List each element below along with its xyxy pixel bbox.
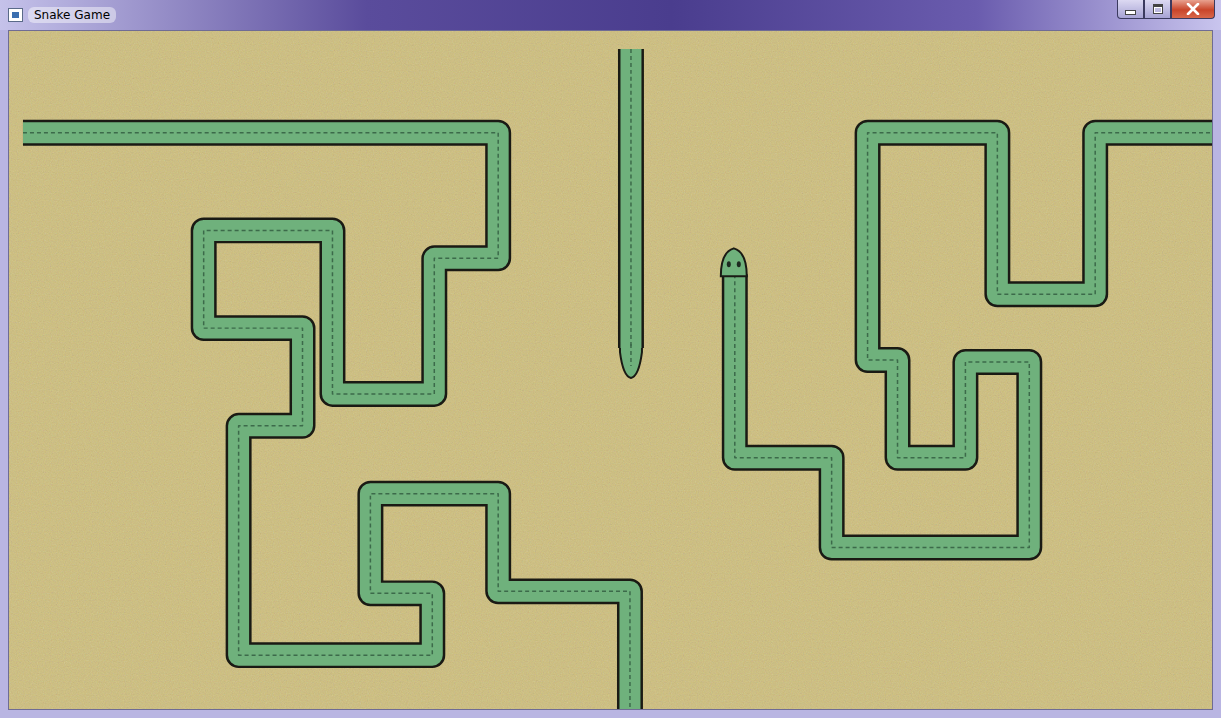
window-border [1213, 30, 1221, 710]
eye-icon [737, 261, 741, 267]
minimize-icon [1125, 10, 1136, 15]
eye-icon [727, 261, 731, 267]
board-canvas[interactable] [9, 31, 1212, 709]
close-button[interactable] [1171, 0, 1215, 19]
close-icon [1186, 3, 1200, 15]
maximize-icon [1153, 4, 1163, 14]
snake [721, 133, 1212, 548]
app-icon[interactable] [8, 8, 23, 22]
window-title: Snake Game [28, 7, 116, 23]
snake-tail [620, 344, 642, 378]
title-bar[interactable]: Snake Game [0, 0, 1221, 30]
game-board[interactable] [8, 30, 1213, 710]
window-border [0, 30, 8, 710]
maximize-button[interactable] [1144, 0, 1171, 19]
window-border [0, 710, 1221, 718]
snake-head [721, 248, 747, 276]
snake [23, 133, 630, 709]
snake [620, 49, 642, 378]
minimize-button[interactable] [1117, 0, 1144, 19]
game-window: Snake Game [0, 0, 1221, 718]
